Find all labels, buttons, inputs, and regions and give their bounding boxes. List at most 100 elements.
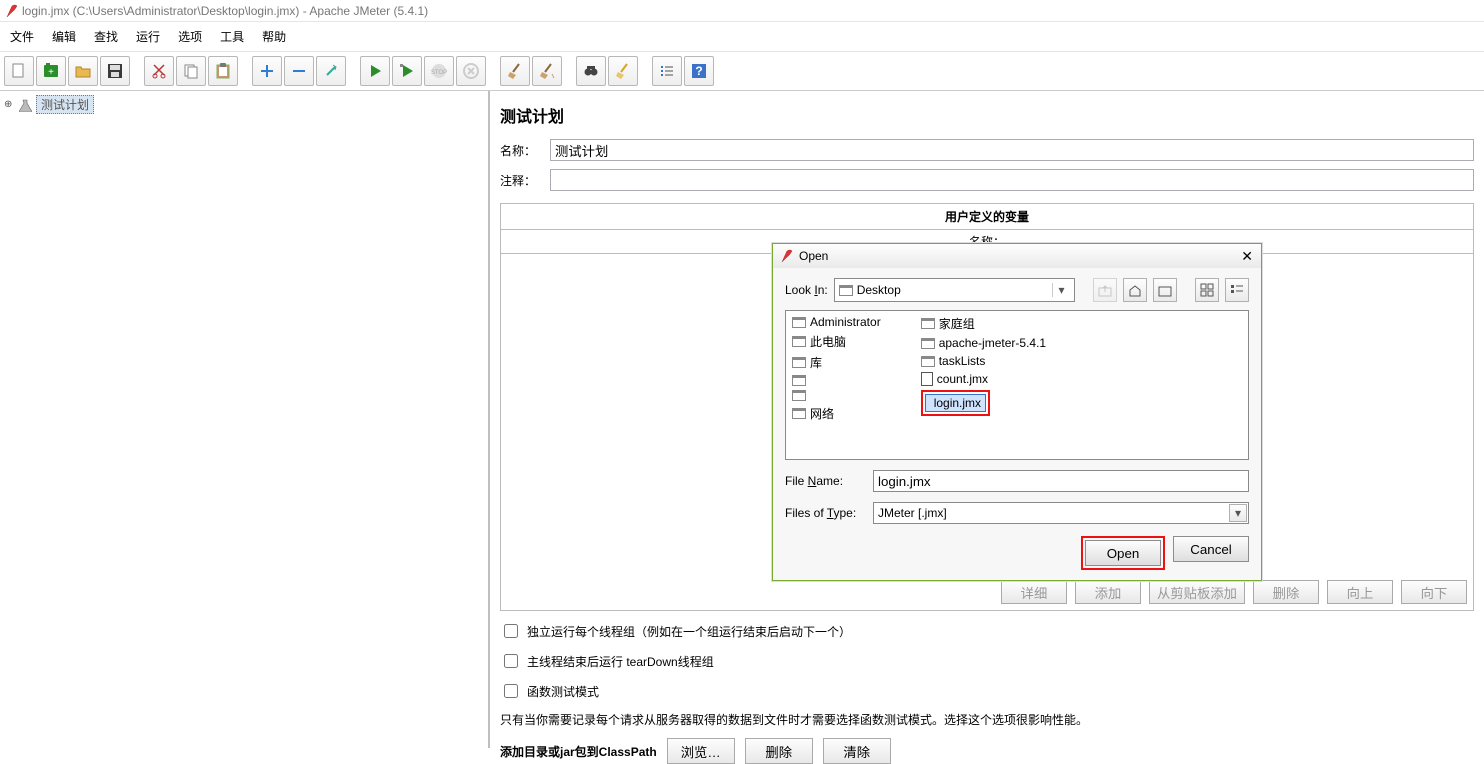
tree-expand-icon[interactable]: ⊕ xyxy=(4,99,14,110)
file-list[interactable]: Administrator 此电脑 库 网络 家庭组 apache-jmeter… xyxy=(785,310,1249,460)
vars-title: 用户定义的变量 xyxy=(501,204,1473,229)
panel-title: 测试计划 xyxy=(500,103,1474,127)
list-item[interactable]: taskLists xyxy=(921,354,1046,368)
comment-input[interactable] xyxy=(550,169,1474,191)
lookin-combo[interactable]: Desktop ▾ xyxy=(834,278,1075,302)
templates-icon: + xyxy=(42,62,60,80)
classpath-clear-button[interactable]: 清除 xyxy=(823,738,891,764)
chk-teardown-label: 主线程结束后运行 tearDown线程组 xyxy=(527,653,714,670)
vars-fromclip-button[interactable]: 从剪贴板添加 xyxy=(1149,580,1245,604)
reset-search-button[interactable] xyxy=(608,56,638,86)
open-folder-icon xyxy=(74,62,92,80)
toggle-button[interactable] xyxy=(316,56,346,86)
clear-button[interactable] xyxy=(500,56,530,86)
open-dialog: Open ✕ Look In: Desktop ▾ Administrator … xyxy=(772,243,1262,581)
list-item[interactable]: count.jmx xyxy=(921,372,1046,386)
search-button[interactable] xyxy=(576,56,606,86)
help-button[interactable]: ? xyxy=(684,56,714,86)
list-item[interactable]: 网络 xyxy=(792,405,881,422)
filename-label: File Name: xyxy=(785,474,863,488)
filetype-row: Files of Type: JMeter [.jmx] ▾ xyxy=(785,502,1249,524)
folder-icon xyxy=(792,317,806,328)
filetype-combo[interactable]: JMeter [.jmx] ▾ xyxy=(873,502,1249,524)
list-item[interactable]: apache-jmeter-5.4.1 xyxy=(921,336,1046,350)
chk-functional[interactable] xyxy=(504,684,518,698)
vars-add-button[interactable]: 添加 xyxy=(1075,580,1141,604)
classpath-browse-button[interactable]: 浏览… xyxy=(667,738,735,764)
shutdown-button[interactable] xyxy=(456,56,486,86)
list-item[interactable]: 家庭组 xyxy=(921,315,1046,332)
filename-input[interactable] xyxy=(873,470,1249,492)
tree-root-row[interactable]: ⊕ 测试计划 xyxy=(4,95,484,114)
menu-file[interactable]: 文件 xyxy=(10,28,34,45)
play-alt-icon xyxy=(398,62,416,80)
menu-run[interactable]: 运行 xyxy=(136,28,160,45)
folder-icon xyxy=(921,318,935,329)
run-noTimer-button[interactable] xyxy=(392,56,422,86)
chk-independent[interactable] xyxy=(504,624,518,638)
menubar: 文件 编辑 查找 运行 选项 工具 帮助 xyxy=(0,22,1484,52)
list-icon xyxy=(658,62,676,80)
menu-edit[interactable]: 编辑 xyxy=(52,28,76,45)
open-button[interactable] xyxy=(68,56,98,86)
dialog-close-button[interactable]: ✕ xyxy=(1241,248,1253,265)
stop-button[interactable]: STOP xyxy=(424,56,454,86)
up-folder-button[interactable] xyxy=(1093,278,1117,302)
stop-icon: STOP xyxy=(430,62,448,80)
open-button-highlight: Open xyxy=(1081,536,1165,570)
lookin-value: Desktop xyxy=(857,283,1052,297)
new-folder-button[interactable] xyxy=(1153,278,1177,302)
selected-file-label: login.jmx xyxy=(934,396,981,410)
filename-row: File Name: xyxy=(785,470,1249,492)
minus-icon xyxy=(290,62,308,80)
templates-button[interactable]: + xyxy=(36,56,66,86)
functions-button[interactable] xyxy=(652,56,682,86)
chk-teardown[interactable] xyxy=(504,654,518,668)
tree-root-label[interactable]: 测试计划 xyxy=(36,95,94,114)
clear-all-button[interactable] xyxy=(532,56,562,86)
broom2-icon xyxy=(538,62,556,80)
menu-search[interactable]: 查找 xyxy=(94,28,118,45)
shutdown-icon xyxy=(462,62,480,80)
lookin-drop-icon[interactable]: ▾ xyxy=(1052,283,1070,297)
menu-help[interactable]: 帮助 xyxy=(262,28,286,45)
home-button[interactable] xyxy=(1123,278,1147,302)
name-input[interactable] xyxy=(550,139,1474,161)
scissors-icon xyxy=(150,62,168,80)
list-item[interactable]: 库 xyxy=(792,354,881,371)
copy-button[interactable] xyxy=(176,56,206,86)
dialog-open-button[interactable]: Open xyxy=(1085,540,1161,566)
list-item[interactable] xyxy=(792,375,881,386)
cut-button[interactable] xyxy=(144,56,174,86)
toolbar: + STOP ? xyxy=(0,52,1484,91)
vars-detail-button[interactable]: 详细 xyxy=(1001,580,1067,604)
menu-tools[interactable]: 工具 xyxy=(220,28,244,45)
window-titlebar: login.jmx (C:\Users\Administrator\Deskto… xyxy=(0,0,1484,22)
vars-delete-button[interactable]: 删除 xyxy=(1253,580,1319,604)
window-title: login.jmx (C:\Users\Administrator\Deskto… xyxy=(22,0,428,22)
dialog-title: Open xyxy=(799,249,828,263)
collapse-button[interactable] xyxy=(284,56,314,86)
menu-options[interactable]: 选项 xyxy=(178,28,202,45)
detail-view-button[interactable] xyxy=(1225,278,1249,302)
lookin-label: Look In: xyxy=(785,283,828,297)
vars-down-button[interactable]: 向下 xyxy=(1401,580,1467,604)
dialog-titlebar: Open ✕ xyxy=(773,244,1261,268)
new-file-icon xyxy=(10,62,28,80)
vars-up-button[interactable]: 向上 xyxy=(1327,580,1393,604)
expand-button[interactable] xyxy=(252,56,282,86)
list-item[interactable] xyxy=(792,390,881,401)
list-item[interactable]: 此电脑 xyxy=(792,333,881,350)
filetype-drop-icon[interactable]: ▾ xyxy=(1229,504,1247,522)
list-item[interactable]: Administrator xyxy=(792,315,881,329)
run-button[interactable] xyxy=(360,56,390,86)
new-button[interactable] xyxy=(4,56,34,86)
chk-row-3: 函数测试模式 xyxy=(500,681,1474,701)
classpath-delete-button[interactable]: 删除 xyxy=(745,738,813,764)
selected-file-item[interactable]: login.jmx xyxy=(925,394,986,412)
paste-button[interactable] xyxy=(208,56,238,86)
lookin-row: Look In: Desktop ▾ xyxy=(785,278,1249,302)
dialog-cancel-button[interactable]: Cancel xyxy=(1173,536,1249,562)
save-button[interactable] xyxy=(100,56,130,86)
list-view-button[interactable] xyxy=(1195,278,1219,302)
